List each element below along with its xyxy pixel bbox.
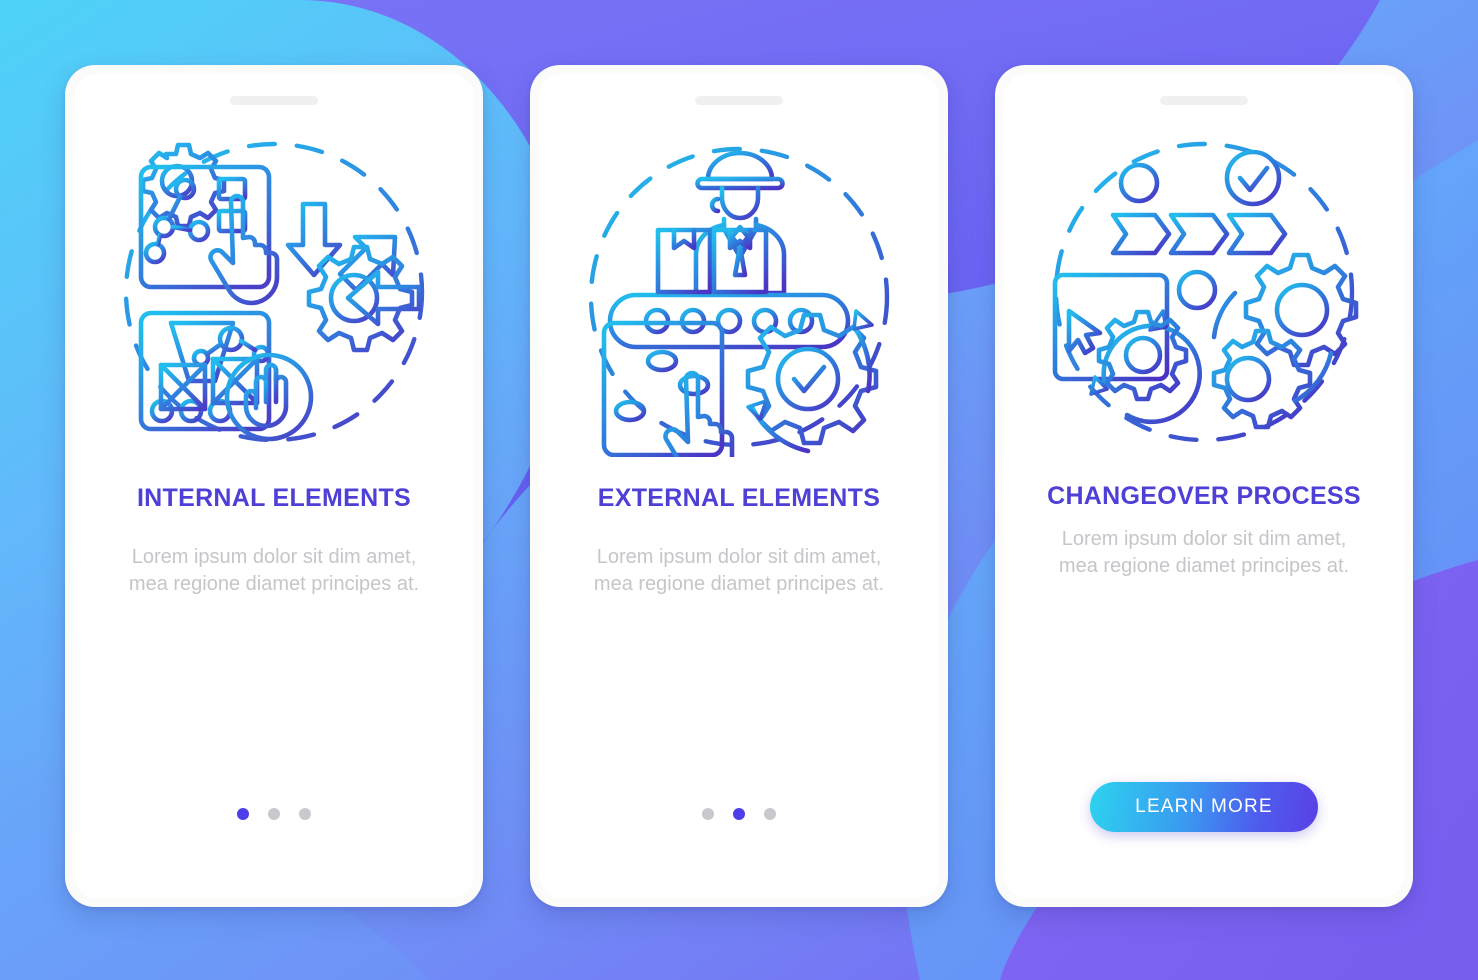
pagination-dot-3[interactable] [764,808,776,820]
dashed-circle-icon [1053,141,1355,443]
phone-mockup-changeover-process: CHANGEOVER PROCESS Lorem ipsum dolor sit… [995,65,1413,907]
pagination-dot-1[interactable] [237,808,249,820]
phone-speaker [1160,96,1248,105]
screen-body-text: Lorem ipsum dolor sit dim amet, mea regi… [128,545,420,596]
phone-mockup-internal-elements: INTERNAL ELEMENTS Lorem ipsum dolor sit … [65,65,483,907]
onboarding-screens: INTERNAL ELEMENTS Lorem ipsum dolor sit … [0,0,1478,980]
screen-changeover-process: CHANGEOVER PROCESS Lorem ipsum dolor sit… [1004,74,1404,898]
screen-title: EXTERNAL ELEMENTS [597,484,881,512]
pagination-dot-1[interactable] [702,808,714,820]
learn-more-button[interactable]: LEARN MORE [1090,782,1318,832]
screen-external-elements: EXTERNAL ELEMENTS Lorem ipsum dolor sit … [539,74,939,898]
changeover-process-illustration [1039,127,1369,457]
screen-title: CHANGEOVER PROCESS [1047,482,1361,510]
phone-speaker [230,96,318,105]
pagination-dots[interactable] [237,808,311,820]
phone-mockup-external-elements: EXTERNAL ELEMENTS Lorem ipsum dolor sit … [530,65,948,907]
gear-icon [140,142,227,229]
robot-arm-icon [168,320,271,384]
pagination-dots[interactable] [702,808,776,820]
circular-arrows-icon [1211,290,1334,404]
package-box-icon [655,227,769,295]
internal-elements-illustration [109,127,439,457]
phone-speaker [695,96,783,105]
large-gear-icon [306,244,415,353]
left-arrow-icon [345,269,422,327]
node-circle-icon [1118,162,1256,311]
screen-title: INTERNAL ELEMENTS [136,484,412,512]
screen-internal-elements: INTERNAL ELEMENTS Lorem ipsum dolor sit … [74,74,474,898]
check-circle-icon [1224,149,1282,207]
pagination-dot-3[interactable] [299,808,311,820]
down-arrow-icon [285,201,343,278]
pagination-dot-2[interactable] [733,808,745,820]
external-elements-illustration [574,127,904,457]
small-gear-icon [1211,328,1313,430]
cursor-arrow-icon [1066,308,1103,356]
pagination-dot-2[interactable] [268,808,280,820]
screen-body-text: Lorem ipsum dolor sit dim amet, mea regi… [593,545,885,596]
screen-body-text: Lorem ipsum dolor sit dim amet, mea regi… [1058,527,1350,578]
